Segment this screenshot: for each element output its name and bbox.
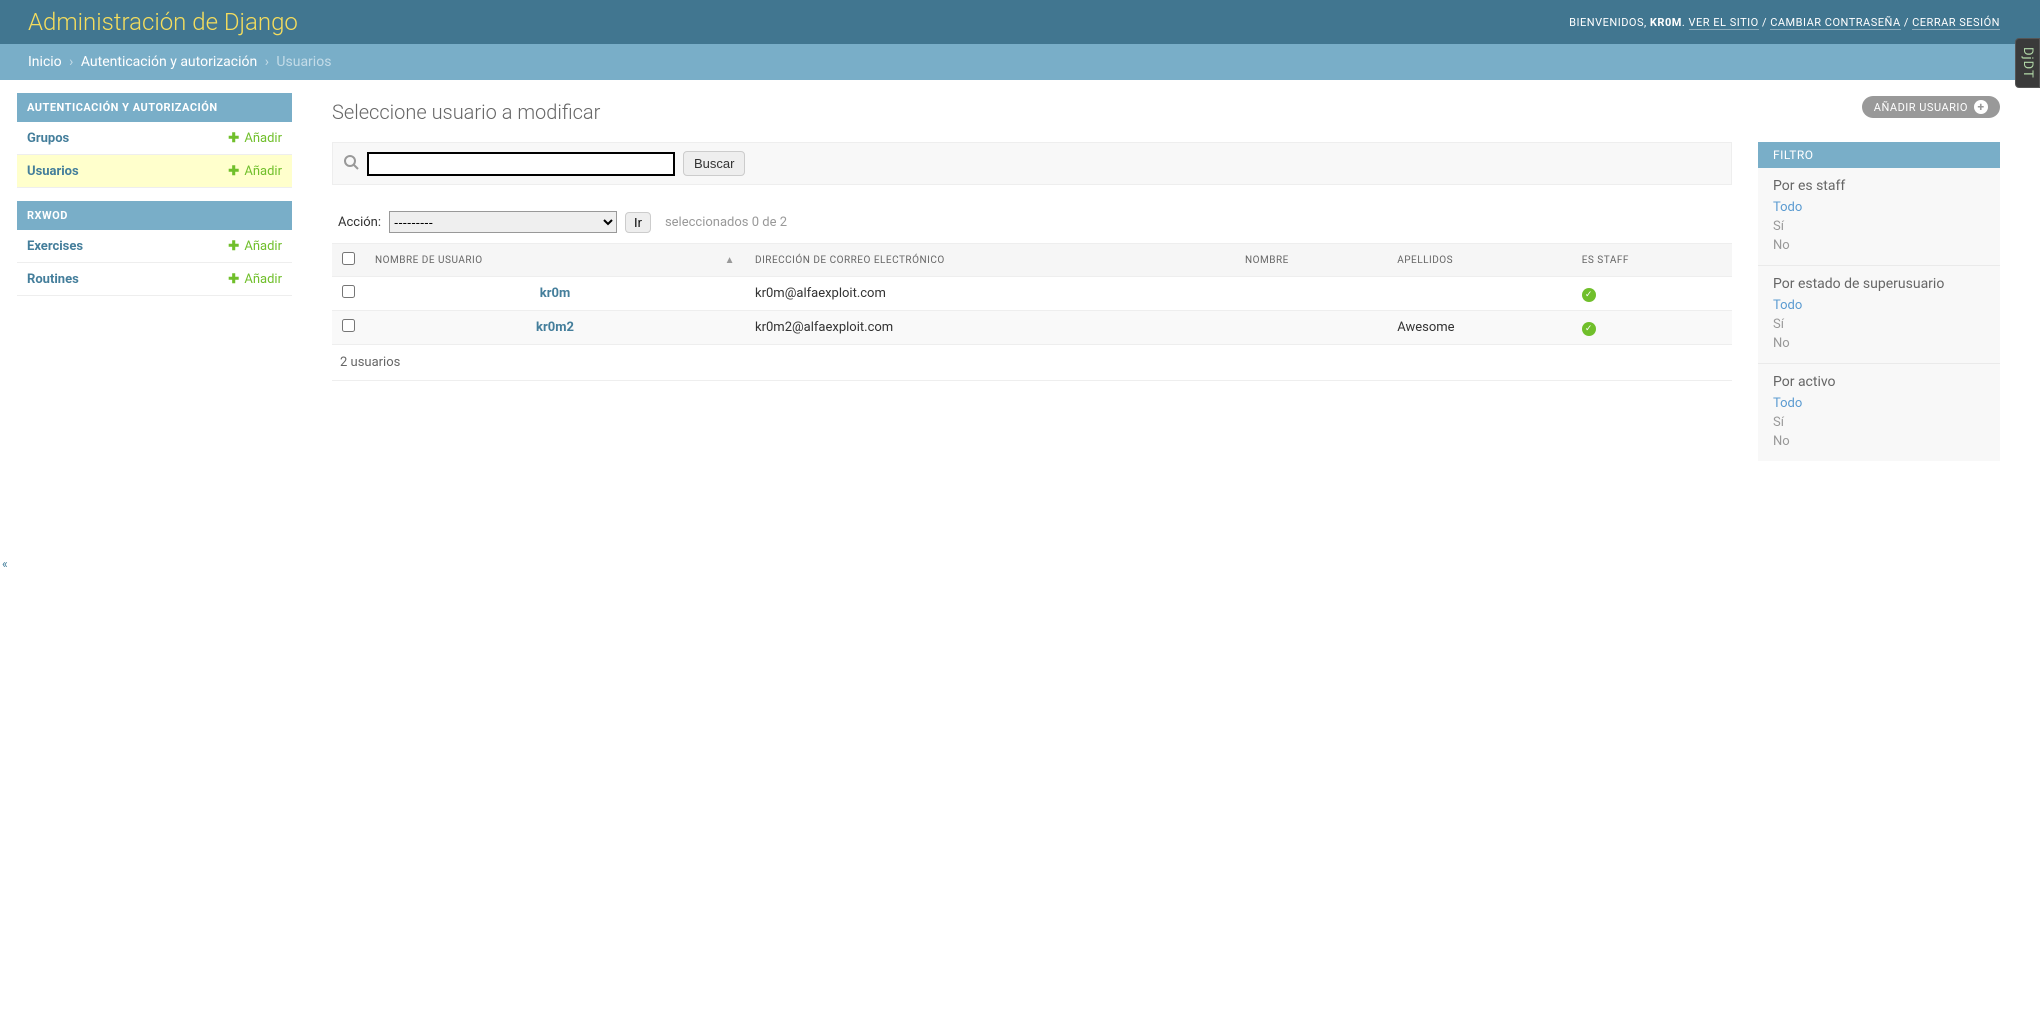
sidebar-item: Routines ✚ Añadir — [17, 263, 292, 296]
action-select[interactable]: --------- — [389, 211, 617, 233]
plus-icon: ✚ — [228, 239, 239, 254]
add-user-label: AÑADIR USUARIO — [1874, 101, 1968, 114]
search-input[interactable] — [367, 152, 675, 176]
page-title: Seleccione usuario a modificar — [332, 100, 2000, 124]
check-icon: ✓ — [1582, 288, 1596, 302]
filter-group-title: Por activo — [1758, 363, 2000, 394]
breadcrumb-sep: › — [261, 54, 273, 70]
filter-options: Todo Sí No — [1758, 198, 2000, 265]
filter-option[interactable]: Sí — [1773, 219, 1784, 234]
sidebar-module: AUTENTICACIÓN Y AUTORIZACIÓN Grupos ✚ Añad… — [17, 93, 292, 188]
col-username[interactable]: NOMBRE DE USUARIO ▲ — [365, 244, 745, 277]
paginator: 2 usuarios — [332, 345, 1732, 381]
filter-options: Todo Sí No — [1758, 394, 2000, 461]
header: Administración de Django BIENVENIDOS, KR… — [0, 0, 2040, 44]
filter-option[interactable]: No — [1773, 336, 1790, 351]
selection-count: seleccionados 0 de 2 — [665, 215, 787, 230]
col-is-staff[interactable]: ES STAFF — [1572, 244, 1732, 277]
filter-sidebar: FILTRO Por es staff Todo Sí No Por estado de… — [1758, 142, 2000, 461]
username-link[interactable]: kr0m2 — [536, 320, 574, 335]
filter-option[interactable]: Todo — [1773, 298, 1802, 313]
sidebar-add-link[interactable]: ✚ Añadir — [228, 164, 282, 179]
sidebar-item: Exercises ✚ Añadir — [17, 230, 292, 263]
filter-option[interactable]: No — [1773, 434, 1790, 449]
breadcrumb-current: Usuarios — [276, 54, 331, 70]
select-all-checkbox[interactable] — [342, 252, 355, 265]
toggle-nav-button[interactable]: « — [0, 555, 10, 573]
branding-title[interactable]: Administración de Django — [28, 8, 298, 36]
plus-icon: ✚ — [228, 131, 239, 146]
is-staff-cell: ✓ — [1572, 277, 1732, 311]
col-first-name[interactable]: NOMBRE — [1235, 244, 1387, 277]
breadcrumb-sep: › — [65, 54, 77, 70]
filter-option[interactable]: Sí — [1773, 415, 1784, 430]
breadcrumb-home[interactable]: Inicio — [28, 54, 62, 70]
nav-sidebar: AUTENTICACIÓN Y AUTORIZACIÓN Grupos ✚ Añad… — [0, 80, 292, 481]
filter-heading: FILTRO — [1758, 142, 2000, 168]
add-user-button[interactable]: AÑADIR USUARIO + — [1862, 96, 2000, 118]
current-user: KR0M — [1650, 16, 1682, 29]
search-icon — [343, 154, 359, 174]
sidebar-module: RXWOD Exercises ✚ Añadir Routines ✚ Añadir — [17, 201, 292, 296]
row-checkbox[interactable] — [342, 285, 355, 298]
search-button[interactable] — [683, 151, 745, 176]
breadcrumb-app[interactable]: Autenticación y autorización — [81, 54, 257, 70]
sidebar-add-link[interactable]: ✚ Añadir — [228, 131, 282, 146]
filter-group-title: Por estado de superusuario — [1758, 265, 2000, 296]
col-last-name[interactable]: APELLIDOS — [1387, 244, 1571, 277]
change-password-link[interactable]: CAMBIAR CONTRASEÑA — [1770, 16, 1900, 30]
plus-icon: ✚ — [228, 272, 239, 287]
table-row: kr0m2 kr0m2@alfaexploit.com Awesome ✓ — [332, 311, 1732, 345]
sidebar-add-link[interactable]: ✚ Añadir — [228, 272, 282, 287]
sidebar-item-link[interactable]: Usuarios — [27, 164, 79, 179]
logout-link[interactable]: CERRAR SESIÓN — [1912, 16, 2000, 30]
last-name-cell — [1387, 277, 1571, 311]
filter-option[interactable]: Todo — [1773, 200, 1802, 215]
sidebar-item-link[interactable]: Grupos — [27, 131, 69, 146]
filter-option[interactable]: Sí — [1773, 317, 1784, 332]
email-cell: kr0m@alfaexploit.com — [745, 277, 1235, 311]
filter-group-title: Por es staff — [1758, 168, 2000, 198]
search-toolbar — [332, 142, 1732, 185]
plus-icon: ✚ — [228, 164, 239, 179]
sidebar-section-title: AUTENTICACIÓN Y AUTORIZACIÓN — [17, 93, 292, 122]
sidebar-item: Usuarios ✚ Añadir — [17, 155, 292, 188]
select-all-header — [332, 244, 365, 277]
col-email[interactable]: DIRECCIÓN DE CORREO ELECTRÓNICO — [745, 244, 1235, 277]
sort-asc-icon: ▲ — [725, 255, 735, 266]
table-row: kr0m kr0m@alfaexploit.com ✓ — [332, 277, 1732, 311]
sidebar-section-title: RXWOD — [17, 201, 292, 230]
sidebar-item-link[interactable]: Exercises — [27, 239, 83, 254]
row-checkbox[interactable] — [342, 319, 355, 332]
action-label: Acción: — [338, 215, 381, 230]
action-go-button[interactable]: Ir — [625, 212, 651, 233]
welcome-text: BIENVENIDOS, — [1569, 16, 1650, 29]
email-cell: kr0m2@alfaexploit.com — [745, 311, 1235, 345]
user-tools: BIENVENIDOS, KR0M. VER EL SITIO / CAMBIA… — [1569, 16, 2000, 29]
filter-option[interactable]: Todo — [1773, 396, 1802, 411]
check-icon: ✓ — [1582, 322, 1596, 336]
content: AÑADIR USUARIO + Seleccione usuario a mo… — [292, 80, 2040, 481]
first-name-cell — [1235, 277, 1387, 311]
filter-option[interactable]: No — [1773, 238, 1790, 253]
djdt-handle[interactable]: DjDT — [2015, 38, 2040, 88]
username-link[interactable]: kr0m — [540, 286, 570, 301]
first-name-cell — [1235, 311, 1387, 345]
object-tools: AÑADIR USUARIO + — [1862, 96, 2000, 118]
sidebar-add-link[interactable]: ✚ Añadir — [228, 239, 282, 254]
is-staff-cell: ✓ — [1572, 311, 1732, 345]
plus-icon: + — [1974, 100, 1988, 114]
sidebar-item: Grupos ✚ Añadir — [17, 122, 292, 155]
filter-options: Todo Sí No — [1758, 296, 2000, 363]
actions-bar: Acción: --------- Ir seleccionados 0 de … — [332, 203, 1732, 243]
breadcrumb: Inicio › Autenticación y autorización › … — [0, 44, 2040, 80]
view-site-link[interactable]: VER EL SITIO — [1689, 16, 1759, 30]
results-table: NOMBRE DE USUARIO ▲ DIRECCIÓN DE CORREO … — [332, 243, 1732, 345]
last-name-cell: Awesome — [1387, 311, 1571, 345]
sidebar-item-link[interactable]: Routines — [27, 272, 79, 287]
